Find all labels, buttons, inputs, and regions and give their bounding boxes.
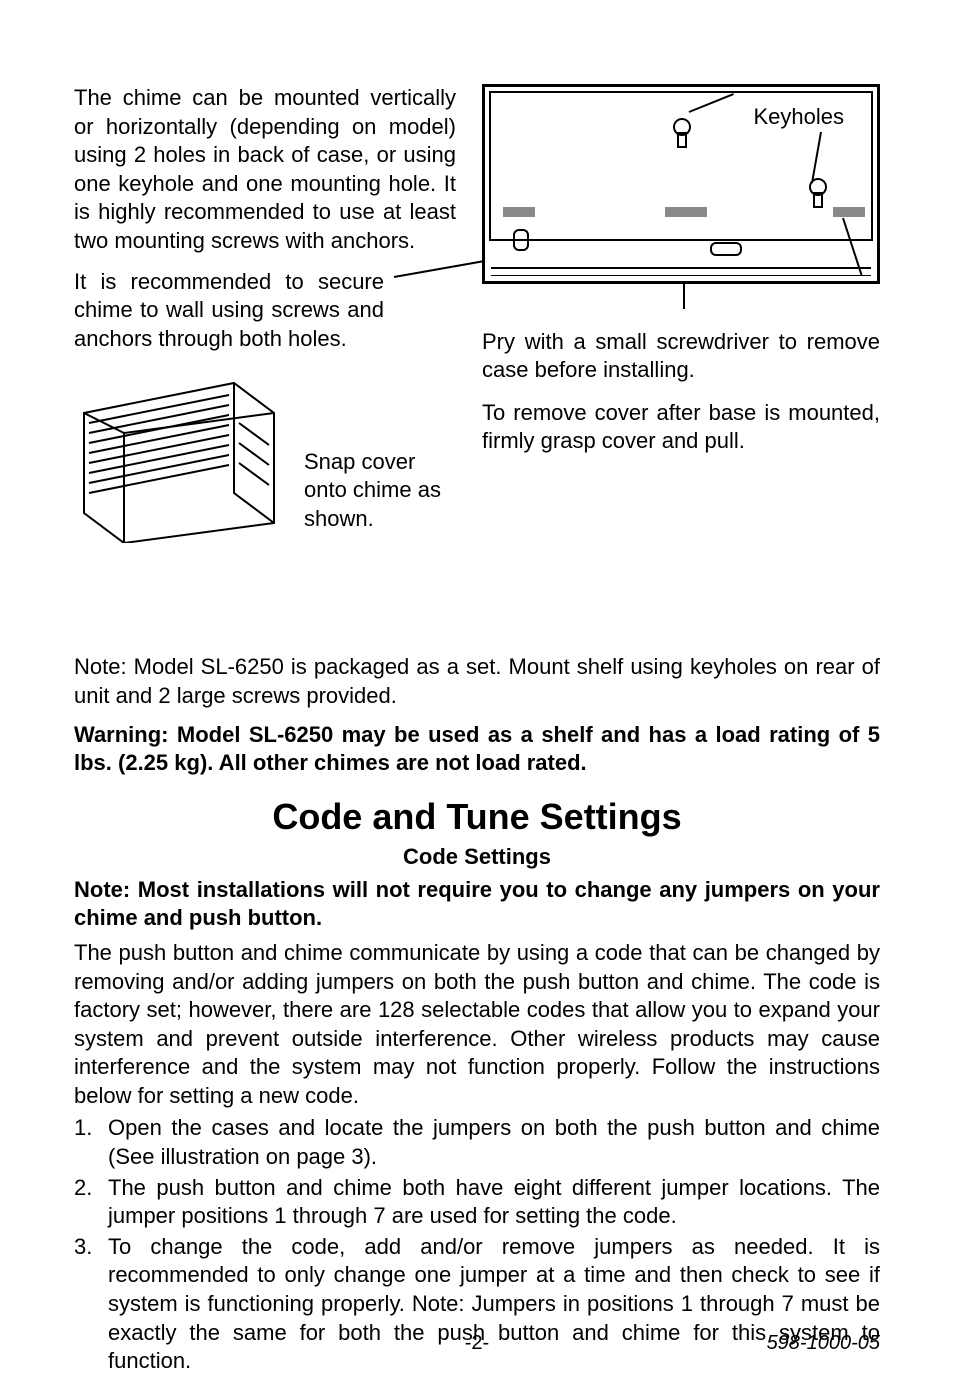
diagram-bar <box>833 207 865 217</box>
list-text: To change the code, add and/or remove ju… <box>108 1233 880 1376</box>
callout-line <box>394 260 485 278</box>
list-text: The push button and chime both have eigh… <box>108 1174 880 1231</box>
keyhole-diagram: Keyholes <box>482 84 880 284</box>
list-number: 1. <box>74 1114 108 1171</box>
diagram-slot <box>710 242 742 256</box>
pry-text: Pry with a small screwdriver to remove c… <box>482 328 880 385</box>
list-number: 2. <box>74 1174 108 1231</box>
keyholes-label: Keyholes <box>753 104 844 130</box>
page-number: -2- <box>465 1332 489 1355</box>
diagram-bar <box>665 207 707 217</box>
diagram-bar <box>503 207 535 217</box>
document-number: 598-1000-05 <box>767 1332 880 1355</box>
mounting-paragraph-1: The chime can be mounted vertically or h… <box>74 84 456 256</box>
list-item: 1. Open the cases and locate the jumpers… <box>74 1114 880 1171</box>
remove-cover-text: To remove cover after base is mounted, f… <box>482 399 880 456</box>
keyhole-icon <box>671 117 693 149</box>
code-settings-body: The push button and chime communicate by… <box>74 939 880 1111</box>
note-jumpers: Note: Most installations will not requir… <box>74 876 880 933</box>
mounting-paragraph-2: It is recommended to secure chime to wal… <box>74 268 384 354</box>
warning-load-rating: Warning: Model SL-6250 may be used as a … <box>74 721 880 778</box>
chime-isometric-illustration <box>74 373 284 543</box>
diagram-slot <box>513 229 529 251</box>
section-subheading: Code Settings <box>74 844 880 870</box>
list-number: 3. <box>74 1233 108 1376</box>
note-model-sl6250: Note: Model SL-6250 is packaged as a set… <box>74 653 880 710</box>
snap-cover-caption: Snap cover onto chime as shown. <box>304 448 456 534</box>
list-item: 2. The push button and chime both have e… <box>74 1174 880 1231</box>
section-heading: Code and Tune Settings <box>74 796 880 838</box>
list-text: Open the cases and locate the jumpers on… <box>108 1114 880 1171</box>
